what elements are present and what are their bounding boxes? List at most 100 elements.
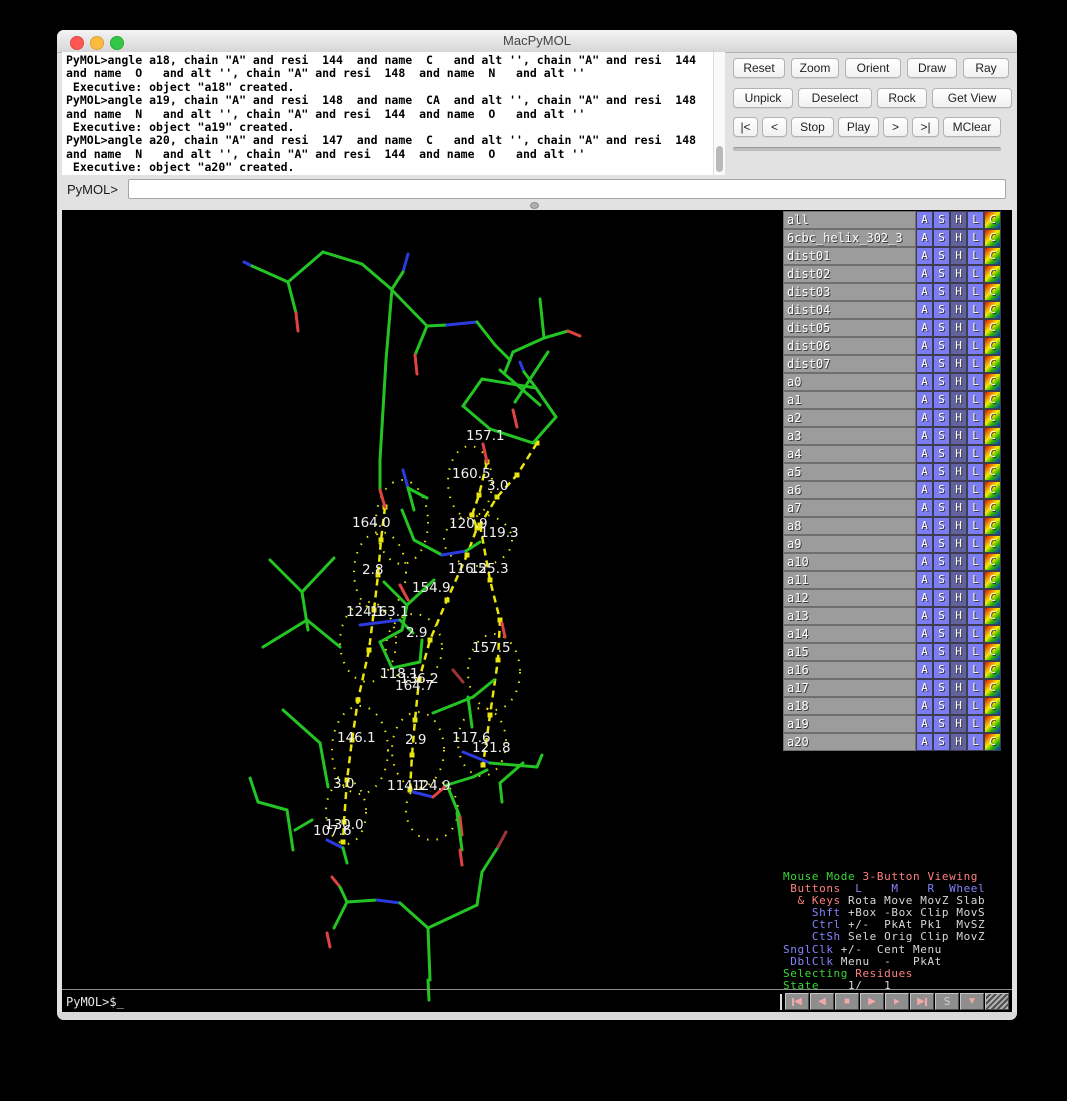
object-name-a17[interactable]: a17 xyxy=(783,679,916,697)
object-a-button[interactable]: A xyxy=(916,697,933,715)
object-c-button[interactable]: C xyxy=(984,499,1001,517)
object-c-button[interactable]: C xyxy=(984,607,1001,625)
object-l-button[interactable]: L xyxy=(967,715,984,733)
object-h-button[interactable]: H xyxy=(950,427,967,445)
object-a-button[interactable]: A xyxy=(916,319,933,337)
button-draw[interactable]: Draw xyxy=(907,58,957,78)
button-btn[interactable]: < xyxy=(762,117,787,137)
object-l-button[interactable]: L xyxy=(967,229,984,247)
object-c-button[interactable]: C xyxy=(984,229,1001,247)
object-name-a1[interactable]: a1 xyxy=(783,391,916,409)
object-h-button[interactable]: H xyxy=(950,535,967,553)
object-c-button[interactable]: C xyxy=(984,715,1001,733)
object-a-button[interactable]: A xyxy=(916,445,933,463)
object-h-button[interactable]: H xyxy=(950,661,967,679)
object-l-button[interactable]: L xyxy=(967,643,984,661)
object-l-button[interactable]: L xyxy=(967,463,984,481)
object-h-button[interactable]: H xyxy=(950,643,967,661)
object-name-a7[interactable]: a7 xyxy=(783,499,916,517)
object-c-button[interactable]: C xyxy=(984,679,1001,697)
object-l-button[interactable]: L xyxy=(967,535,984,553)
vcr-s-button[interactable]: S xyxy=(935,993,959,1010)
object-c-button[interactable]: C xyxy=(984,463,1001,481)
object-h-button[interactable]: H xyxy=(950,319,967,337)
object-c-button[interactable]: C xyxy=(984,373,1001,391)
button-get-view[interactable]: Get View xyxy=(932,88,1012,108)
frame-slider[interactable] xyxy=(733,147,1001,151)
object-h-button[interactable]: H xyxy=(950,625,967,643)
object-a-button[interactable]: A xyxy=(916,355,933,373)
object-name-a19[interactable]: a19 xyxy=(783,715,916,733)
object-l-button[interactable]: L xyxy=(967,373,984,391)
pane-splitter[interactable] xyxy=(57,200,1017,210)
object-l-button[interactable]: L xyxy=(967,301,984,319)
object-a-button[interactable]: A xyxy=(916,247,933,265)
object-s-button[interactable]: S xyxy=(933,733,950,751)
object-h-button[interactable]: H xyxy=(950,589,967,607)
vcr-stop-button[interactable]: ■ xyxy=(835,993,859,1010)
object-l-button[interactable]: L xyxy=(967,355,984,373)
object-name-a12[interactable]: a12 xyxy=(783,589,916,607)
object-l-button[interactable]: L xyxy=(967,733,984,751)
object-a-button[interactable]: A xyxy=(916,391,933,409)
object-l-button[interactable]: L xyxy=(967,337,984,355)
object-name-a13[interactable]: a13 xyxy=(783,607,916,625)
object-s-button[interactable]: S xyxy=(933,427,950,445)
vcr-skip-start-button[interactable]: ◀ xyxy=(785,993,809,1010)
object-h-button[interactable]: H xyxy=(950,463,967,481)
button-play[interactable]: Play xyxy=(838,117,879,137)
object-c-button[interactable]: C xyxy=(984,625,1001,643)
object-l-button[interactable]: L xyxy=(967,409,984,427)
object-name-a20[interactable]: a20 xyxy=(783,733,916,751)
object-l-button[interactable]: L xyxy=(967,445,984,463)
viewer-3d[interactable]: 157.1160.53.0164.0120.9119.32.8116.5125.… xyxy=(62,210,1012,1012)
object-name-a18[interactable]: a18 xyxy=(783,697,916,715)
object-c-button[interactable]: C xyxy=(984,571,1001,589)
object-s-button[interactable]: S xyxy=(933,337,950,355)
object-s-button[interactable]: S xyxy=(933,445,950,463)
object-s-button[interactable]: S xyxy=(933,607,950,625)
object-l-button[interactable]: L xyxy=(967,517,984,535)
object-h-button[interactable]: H xyxy=(950,697,967,715)
vcr-down-button[interactable]: ▼ xyxy=(960,993,984,1010)
object-name-a11[interactable]: a11 xyxy=(783,571,916,589)
object-name-a8[interactable]: a8 xyxy=(783,517,916,535)
object-a-button[interactable]: A xyxy=(916,517,933,535)
object-h-button[interactable]: H xyxy=(950,553,967,571)
object-c-button[interactable]: C xyxy=(984,283,1001,301)
object-c-button[interactable]: C xyxy=(984,409,1001,427)
object-name-dist05[interactable]: dist05 xyxy=(783,319,916,337)
object-a-button[interactable]: A xyxy=(916,337,933,355)
object-s-button[interactable]: S xyxy=(933,571,950,589)
object-name-a10[interactable]: a10 xyxy=(783,553,916,571)
object-l-button[interactable]: L xyxy=(967,571,984,589)
object-c-button[interactable]: C xyxy=(984,211,1001,229)
object-l-button[interactable]: L xyxy=(967,319,984,337)
object-s-button[interactable]: S xyxy=(933,499,950,517)
object-a-button[interactable]: A xyxy=(916,481,933,499)
button-ray[interactable]: Ray xyxy=(963,58,1009,78)
vcr-step-forward-button[interactable]: ▶ xyxy=(885,993,909,1010)
console-scrollbar[interactable] xyxy=(713,52,725,175)
object-l-button[interactable]: L xyxy=(967,427,984,445)
object-h-button[interactable]: H xyxy=(950,733,967,751)
object-h-button[interactable]: H xyxy=(950,481,967,499)
object-c-button[interactable]: C xyxy=(984,391,1001,409)
object-c-button[interactable]: C xyxy=(984,445,1001,463)
object-s-button[interactable]: S xyxy=(933,517,950,535)
object-a-button[interactable]: A xyxy=(916,553,933,571)
object-s-button[interactable]: S xyxy=(933,715,950,733)
object-h-button[interactable]: H xyxy=(950,283,967,301)
object-h-button[interactable]: H xyxy=(950,445,967,463)
object-a-button[interactable]: A xyxy=(916,535,933,553)
object-name-dist04[interactable]: dist04 xyxy=(783,301,916,319)
object-s-button[interactable]: S xyxy=(933,589,950,607)
button-orient[interactable]: Orient xyxy=(845,58,901,78)
object-l-button[interactable]: L xyxy=(967,247,984,265)
console-log[interactable]: PyMOL>angle a18, chain "A" and resi 144 … xyxy=(62,52,713,175)
object-name-a6[interactable]: a6 xyxy=(783,481,916,499)
object-c-button[interactable]: C xyxy=(984,301,1001,319)
object-a-button[interactable]: A xyxy=(916,463,933,481)
object-s-button[interactable]: S xyxy=(933,463,950,481)
object-s-button[interactable]: S xyxy=(933,643,950,661)
